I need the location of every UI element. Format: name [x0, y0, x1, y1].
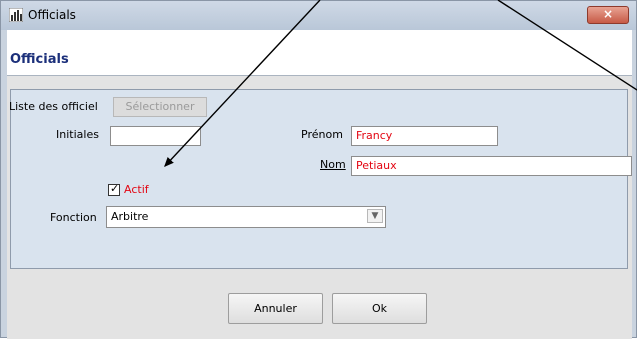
- annotation-line: [497, 0, 637, 91]
- annotation-arrow-line: [164, 0, 321, 168]
- annotation-arrows: [164, 0, 637, 168]
